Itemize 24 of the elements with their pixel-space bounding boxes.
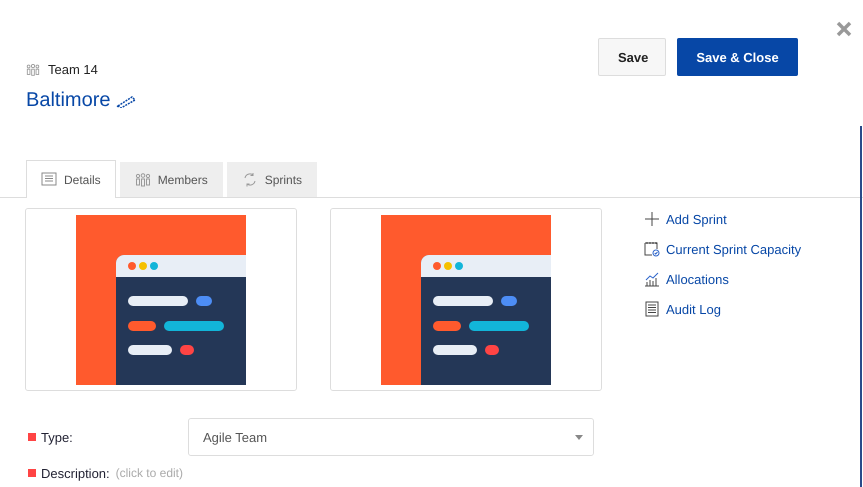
people-icon xyxy=(26,62,40,76)
caret-icon xyxy=(575,434,583,440)
tab[interactable]: Members xyxy=(120,162,223,197)
tab[interactable]: Details xyxy=(26,160,116,198)
action-link[interactable]: Current Sprint Capacity xyxy=(644,239,802,259)
list-icon xyxy=(644,301,660,317)
action-link[interactable]: Audit Log xyxy=(644,299,802,319)
save-button[interactable]: Save xyxy=(598,38,666,76)
document-icon xyxy=(41,172,57,188)
team-label: Team 14 xyxy=(48,62,98,77)
plus-icon xyxy=(644,211,660,227)
close-icon[interactable] xyxy=(835,20,853,38)
save-close-button[interactable]: Save & Close xyxy=(677,38,798,76)
calendar-check-icon xyxy=(644,241,660,257)
cycle-arrows-icon xyxy=(242,172,258,188)
action-link[interactable]: Add Sprint xyxy=(644,209,802,229)
team-name: Baltimore xyxy=(26,89,110,112)
chart-icon xyxy=(644,271,660,287)
type-dropdown[interactable]: Agile Team xyxy=(188,418,594,456)
action-link[interactable]: Allocations xyxy=(644,269,802,289)
people-icon xyxy=(134,172,151,188)
field-label: Description: xyxy=(41,466,110,480)
tab[interactable]: Sprints xyxy=(226,162,318,197)
field-label: Type: xyxy=(41,430,74,444)
